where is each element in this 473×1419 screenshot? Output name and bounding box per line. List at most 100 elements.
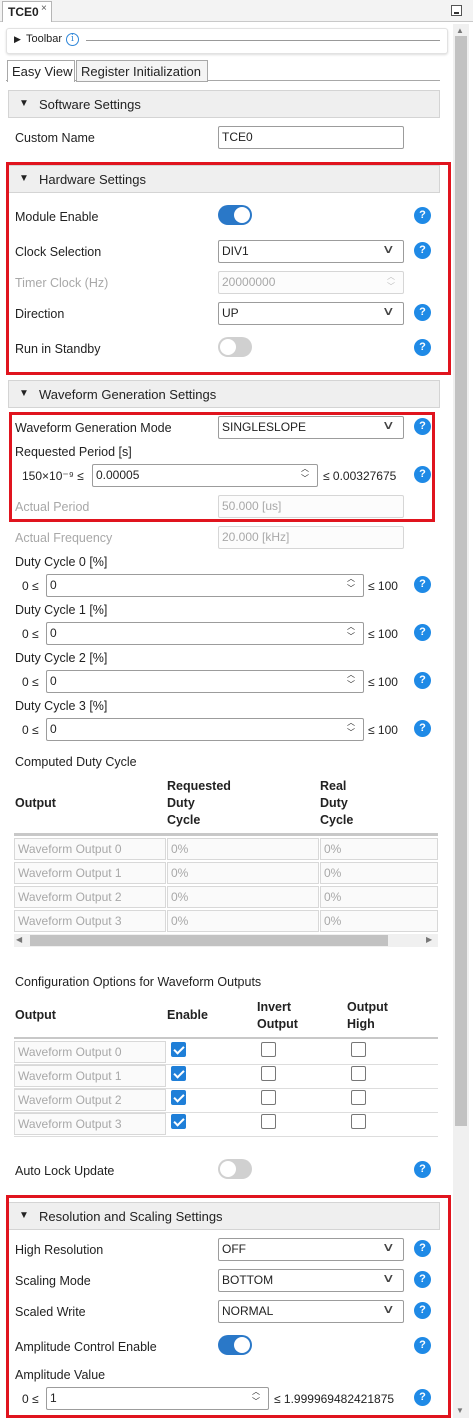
chevron-down-icon: ∨ (382, 242, 396, 256)
help-icon[interactable]: ? (414, 624, 431, 641)
run-in-standby-toggle[interactable] (218, 337, 252, 357)
dropdown-value: UP (222, 306, 239, 320)
duty-cycle-3-spinner[interactable]: 0 ︿ ﹀ (46, 718, 364, 741)
duty-cycle-2-label: Duty Cycle 2 [%] (15, 651, 108, 665)
dropdown-value: OFF (222, 1242, 246, 1256)
module-enable-toggle[interactable] (218, 205, 252, 225)
spinner-arrows-icon[interactable]: ︿ ﹀ (347, 718, 355, 738)
help-icon[interactable]: ? (414, 418, 431, 435)
spinner-value: 1 (50, 1391, 57, 1405)
tab-register-initialization[interactable]: Register Initialization (76, 60, 208, 82)
high-resolution-dropdown[interactable]: OFF ∨ (218, 1238, 404, 1261)
output-high-checkbox[interactable] (351, 1042, 366, 1057)
custom-name-label: Custom Name (15, 131, 95, 145)
help-icon[interactable]: ? (414, 1389, 431, 1406)
duty-cycle-3-max: ≤ 100 (368, 723, 398, 737)
timer-clock-label: Timer Clock (Hz) (15, 276, 109, 290)
clock-selection-dropdown[interactable]: DIV1 ∨ (218, 240, 404, 263)
invert-output-checkbox[interactable] (261, 1090, 276, 1105)
output-high-checkbox[interactable] (351, 1090, 366, 1105)
table-cell-real: 0% (320, 862, 438, 884)
spinner-arrows-icon[interactable]: ︿ ﹀ (347, 622, 355, 642)
minimize-icon[interactable] (451, 5, 462, 16)
help-icon[interactable]: ? (414, 720, 431, 737)
scroll-down-icon[interactable]: ▼ (456, 1406, 464, 1415)
timer-clock-value: 20000000 (222, 275, 276, 289)
custom-name-input[interactable]: TCE0 (218, 126, 404, 149)
output-high-checkbox[interactable] (351, 1066, 366, 1081)
actual-frequency-field: 20.000 [kHz] (218, 526, 404, 549)
toggle-knob (220, 339, 236, 355)
enable-checkbox[interactable] (171, 1090, 186, 1105)
table-cell-requested: 0% (167, 886, 319, 908)
amplitude-value-spinner[interactable]: 1 ︿ ﹀ (46, 1387, 269, 1410)
duty-cycle-1-spinner[interactable]: 0 ︿ ﹀ (46, 622, 364, 645)
spinner-arrows-icon[interactable]: ︿ ﹀ (347, 574, 355, 594)
duty-cycle-0-label: Duty Cycle 0 [%] (15, 555, 108, 569)
requested-period-spinner[interactable]: 0.00005 ︿ ﹀ (92, 464, 318, 487)
run-in-standby-label: Run in Standby (15, 342, 101, 356)
spinner-arrows-icon: ︿ ﹀ (387, 272, 395, 291)
spinner-arrows-icon[interactable]: ︿ ﹀ (347, 670, 355, 690)
invert-output-checkbox[interactable] (261, 1066, 276, 1081)
requested-period-max: ≤ 0.00327675 (323, 469, 397, 483)
section-header-hardware-settings[interactable]: ▼ Hardware Settings (8, 165, 440, 193)
expand-arrow-icon[interactable]: ▶ (14, 34, 21, 45)
scaled-write-dropdown[interactable]: NORMAL ∨ (218, 1300, 404, 1323)
amplitude-control-enable-toggle[interactable] (218, 1335, 252, 1355)
table-cell-real: 0% (320, 910, 438, 932)
toolbar-label[interactable]: Toolbar (26, 33, 62, 45)
help-icon[interactable]: ? (414, 1337, 431, 1354)
section-header-waveform-generation-settings[interactable]: ▼ Waveform Generation Settings (8, 380, 440, 408)
invert-output-checkbox[interactable] (261, 1114, 276, 1129)
help-icon[interactable]: ? (414, 1271, 431, 1288)
vertical-scrollbar-thumb[interactable] (455, 36, 467, 1126)
dropdown-value: DIV1 (222, 244, 249, 258)
chevron-down-icon: ∨ (382, 1271, 396, 1285)
section-header-software-settings[interactable]: ▼ Software Settings (8, 90, 440, 118)
horizontal-scrollbar-thumb[interactable] (30, 935, 388, 946)
close-icon[interactable]: × (41, 3, 47, 14)
help-icon[interactable]: ? (414, 672, 431, 689)
help-icon[interactable]: ? (414, 207, 431, 224)
direction-dropdown[interactable]: UP ∨ (218, 302, 404, 325)
dropdown-value: BOTTOM (222, 1273, 274, 1287)
section-title: Software Settings (39, 97, 141, 112)
invert-output-checkbox[interactable] (261, 1042, 276, 1057)
enable-checkbox[interactable] (171, 1114, 186, 1129)
section-header-resolution-scaling-settings[interactable]: ▼ Resolution and Scaling Settings (8, 1202, 440, 1230)
duty-cycle-0-spinner[interactable]: 0 ︿ ﹀ (46, 574, 364, 597)
help-icon[interactable]: ? (414, 339, 431, 356)
help-icon[interactable]: ? (414, 242, 431, 259)
help-icon[interactable]: ? (414, 466, 431, 483)
enable-checkbox[interactable] (171, 1042, 186, 1057)
help-icon[interactable]: ? (414, 576, 431, 593)
requested-period-min: 150×10⁻⁹ ≤ (22, 469, 84, 483)
duty-cycle-0-min: 0 ≤ (22, 579, 39, 593)
waveform-mode-dropdown[interactable]: SINGLESLOPE ∨ (218, 416, 404, 439)
scroll-left-icon[interactable]: ◀ (16, 935, 22, 944)
chevron-down-icon: ∨ (382, 304, 396, 318)
help-icon[interactable]: ? (414, 304, 431, 321)
help-icon[interactable]: ? (414, 1302, 431, 1319)
output-high-checkbox[interactable] (351, 1114, 366, 1129)
duty-cycle-1-max: ≤ 100 (368, 627, 398, 641)
scroll-right-icon[interactable]: ▶ (426, 935, 432, 944)
waveform-mode-label: Waveform Generation Mode (15, 421, 172, 435)
help-icon[interactable]: ? (414, 1240, 431, 1257)
info-icon[interactable]: i (66, 33, 79, 46)
spinner-arrows-icon[interactable]: ︿ ﹀ (252, 1387, 260, 1407)
amplitude-value-label: Amplitude Value (15, 1368, 106, 1382)
help-icon[interactable]: ? (414, 1161, 431, 1178)
column-header-real-duty-cycle: Real Duty Cycle (320, 779, 354, 827)
toggle-knob (234, 207, 250, 223)
auto-lock-update-toggle[interactable] (218, 1159, 252, 1179)
duty-cycle-2-spinner[interactable]: 0 ︿ ﹀ (46, 670, 364, 693)
row-divider (14, 1136, 438, 1137)
table-cell-output: Waveform Output 3 (14, 910, 166, 932)
scaling-mode-dropdown[interactable]: BOTTOM ∨ (218, 1269, 404, 1292)
spinner-arrows-icon[interactable]: ︿ ﹀ (301, 464, 309, 484)
scroll-up-icon[interactable]: ▲ (456, 26, 464, 35)
tab-easy-view[interactable]: Easy View (7, 60, 75, 82)
enable-checkbox[interactable] (171, 1066, 186, 1081)
